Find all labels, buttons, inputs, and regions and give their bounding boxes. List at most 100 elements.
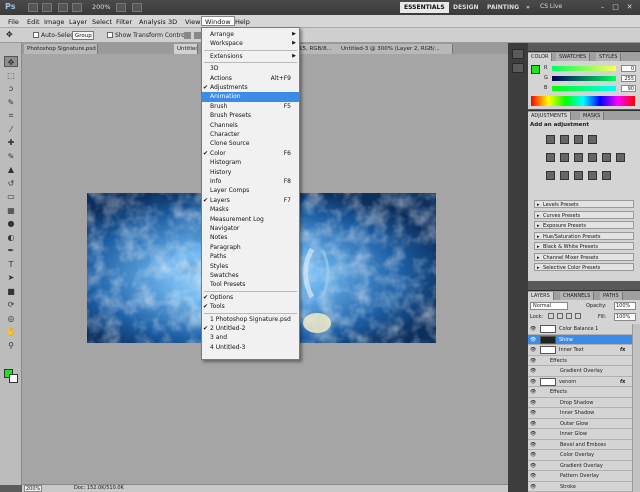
color-panel-tab-styles[interactable]: STYLES xyxy=(596,53,622,61)
layer-effects-icon[interactable]: fx xyxy=(620,377,625,387)
visibility-eye-icon[interactable]: 👁 xyxy=(530,452,536,458)
black-white-adjustment-icon[interactable] xyxy=(588,153,597,162)
marquee-tool-icon[interactable]: ⬚ xyxy=(4,70,18,81)
layer-row[interactable]: 👁 Shine xyxy=(528,334,632,345)
menu-help[interactable]: Help xyxy=(232,17,253,27)
photo-filter-adjustment-icon[interactable] xyxy=(602,153,611,162)
cs-live-button[interactable]: CS Live xyxy=(540,3,562,10)
visibility-eye-icon[interactable]: 👁 xyxy=(530,410,536,416)
b-slider[interactable] xyxy=(552,86,616,91)
visibility-eye-icon[interactable]: 👁 xyxy=(530,473,536,479)
minimize-icon[interactable]: – xyxy=(598,3,607,11)
zoom-view-icon[interactable] xyxy=(72,3,82,12)
3d-camera-tool-icon[interactable]: ◎ xyxy=(4,313,18,324)
auto-select-checkbox[interactable] xyxy=(33,32,39,38)
levels-adjustment-icon[interactable] xyxy=(560,135,569,144)
clone-stamp-tool-icon[interactable]: ▲ xyxy=(4,164,18,175)
menu-select[interactable]: Select xyxy=(89,17,115,27)
layer-effect-row[interactable]: 👁 Gradient Overlay xyxy=(528,366,632,377)
window-menu-item-histogram[interactable]: Histogram xyxy=(202,158,299,167)
window-menu-item-4-untitled-3[interactable]: 4 Untitled-3 xyxy=(202,343,299,352)
visibility-eye-icon[interactable]: 👁 xyxy=(530,347,536,353)
window-menu-item-brush-presets[interactable]: Brush Presets xyxy=(202,111,299,120)
window-menu-item-tools[interactable]: ✔ Tools xyxy=(202,302,299,311)
type-tool-icon[interactable]: T xyxy=(4,259,18,270)
brightness-contrast-adjustment-icon[interactable] xyxy=(546,135,555,144)
menu-filter[interactable]: Filter xyxy=(113,17,135,27)
exposure-adjustment-icon[interactable] xyxy=(588,135,597,144)
window-menu-item-tool-presets[interactable]: Tool Presets xyxy=(202,280,299,289)
layers-panel-tab-paths[interactable]: PATHS xyxy=(600,292,623,300)
show-transform-checkbox[interactable] xyxy=(107,32,113,38)
visibility-eye-icon[interactable]: 👁 xyxy=(530,389,536,395)
lock-pixels-icon[interactable] xyxy=(557,313,563,319)
g-value[interactable]: 255 xyxy=(621,75,636,82)
window-menu-item-brush[interactable]: Brush F5 xyxy=(202,102,299,111)
threshold-adjustment-icon[interactable] xyxy=(574,171,583,180)
window-menu-item-actions[interactable]: Actions Alt+F9 xyxy=(202,74,299,83)
window-menu-item-character[interactable]: Character xyxy=(202,130,299,139)
align-top-icon[interactable] xyxy=(184,32,191,39)
visibility-eye-icon[interactable]: 👁 xyxy=(530,379,536,385)
workspace-more[interactable]: » xyxy=(522,2,534,13)
window-menu-item-history[interactable]: History xyxy=(202,168,299,177)
window-menu-item-3d[interactable]: 3D xyxy=(202,64,299,73)
visibility-eye-icon[interactable]: 👁 xyxy=(530,484,536,490)
3d-rotate-tool-icon[interactable]: ⟳ xyxy=(4,299,18,310)
preset-levels-presets[interactable]: Levels Presets xyxy=(534,200,634,209)
visibility-eye-icon[interactable]: 👁 xyxy=(530,337,536,343)
window-menu-item-workspace[interactable]: Workspace ▶ xyxy=(202,39,299,48)
lock-position-icon[interactable] xyxy=(566,313,572,319)
layer-effect-row[interactable]: 👁 Stroke xyxy=(528,481,632,492)
preset-curves-presets[interactable]: Curves Presets xyxy=(534,210,634,220)
visibility-eye-icon[interactable]: 👁 xyxy=(530,368,536,374)
layer-effect-row[interactable]: 👁 Effects xyxy=(528,355,632,366)
brush-tool-icon[interactable]: ✎ xyxy=(4,151,18,162)
window-menu-item-layers[interactable]: ✔ Layers F7 xyxy=(202,196,299,205)
color-spectrum-ramp[interactable] xyxy=(531,96,635,106)
layer-effect-row[interactable]: 👁 Drop Shadow xyxy=(528,397,632,408)
document-size-info[interactable]: Doc: 152.0K/510.0K xyxy=(74,485,124,492)
menu-file[interactable]: File xyxy=(5,17,22,27)
window-menu-item-styles[interactable]: Styles xyxy=(202,262,299,271)
preset-selective-color-presets[interactable]: Selective Color Presets xyxy=(534,263,634,272)
window-menu-item-extensions[interactable]: Extensions ▶ xyxy=(202,52,299,61)
visibility-eye-icon[interactable]: 👁 xyxy=(530,431,536,437)
align-middle-icon[interactable] xyxy=(194,32,201,39)
layer-effect-row[interactable]: 👁 Effects xyxy=(528,387,632,398)
hand-tool-icon[interactable]: ✋ xyxy=(4,326,18,337)
window-menu-item-arrange[interactable]: Arrange ▶ xyxy=(202,30,299,39)
window-menu-item-navigator[interactable]: Navigator xyxy=(202,224,299,233)
quick-select-tool-icon[interactable]: ✎ xyxy=(4,97,18,108)
window-menu-item-info[interactable]: Info F8 xyxy=(202,177,299,186)
window-menu-item-3-and[interactable]: 3 and xyxy=(202,333,299,342)
hue-saturation-adjustment-icon[interactable] xyxy=(560,153,569,162)
blur-tool-icon[interactable]: ● xyxy=(4,218,18,229)
window-menu-item-notes[interactable]: Notes xyxy=(202,233,299,242)
menu-layer[interactable]: Layer xyxy=(66,17,90,27)
menu-edit[interactable]: Edit xyxy=(24,17,43,27)
visibility-eye-icon[interactable]: 👁 xyxy=(530,421,536,427)
document-tab-1[interactable]: Photoshop Signature.psd @ 300% (usernane… xyxy=(24,44,98,54)
channel-mixer-adjustment-icon[interactable] xyxy=(616,153,625,162)
eraser-tool-icon[interactable]: ▭ xyxy=(4,191,18,202)
eyedropper-tool-icon[interactable]: ⁄ xyxy=(4,124,18,135)
layers-scrollbar[interactable] xyxy=(632,324,640,492)
move-tool-icon[interactable]: ✥ xyxy=(4,56,18,67)
shape-tool-icon[interactable]: ■ xyxy=(4,286,18,297)
window-menu-item-paragraph[interactable]: Paragraph xyxy=(202,243,299,252)
visibility-eye-icon[interactable]: 👁 xyxy=(530,400,536,406)
history-panel-icon[interactable] xyxy=(512,49,524,59)
crop-tool-icon[interactable]: ⌗ xyxy=(4,110,18,121)
vibrance-adjustment-icon[interactable] xyxy=(546,153,555,162)
arrange-documents-icon[interactable] xyxy=(116,3,126,12)
window-menu-item-animation[interactable]: Animation xyxy=(202,92,299,102)
menu-window[interactable]: Window xyxy=(201,16,235,26)
window-menu-item-swatches[interactable]: Swatches xyxy=(202,271,299,280)
preset-channel-mixer-presets[interactable]: Channel Mixer Presets xyxy=(534,252,634,262)
zoom-level[interactable]: 200% xyxy=(92,3,111,11)
invert-adjustment-icon[interactable] xyxy=(546,171,555,180)
adjustments-panel-tab-adjustments[interactable]: ADJUSTMENTS xyxy=(528,112,572,120)
g-slider[interactable] xyxy=(552,76,616,81)
dodge-tool-icon[interactable]: ◐ xyxy=(4,232,18,243)
